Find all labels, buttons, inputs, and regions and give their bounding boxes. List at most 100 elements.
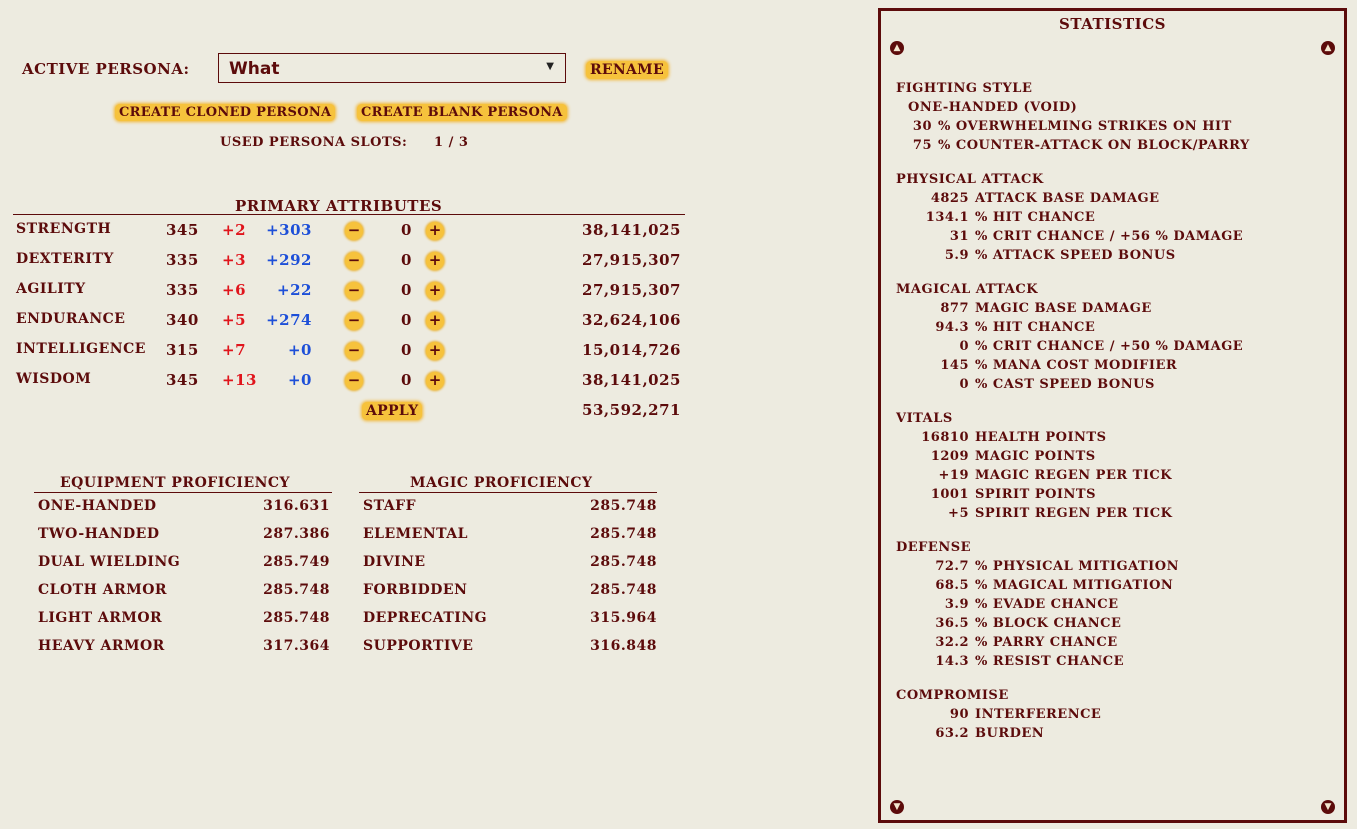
equipment-proficiency-divider [34, 492, 332, 493]
statistics-line-value: 145 [940, 358, 969, 373]
magic-proficiency-row: Elemental 285.748 [363, 526, 661, 554]
statistics-section-title: Fighting Style [896, 81, 1033, 96]
attribute-bonus-value: +2 [222, 221, 247, 239]
attribute-bonus-value: +6 [222, 281, 247, 299]
statistics-line: 0 % crit chance / +50 % damage [896, 339, 1243, 354]
apply-button[interactable]: Apply [362, 402, 423, 420]
statistics-line-value: 90 [949, 707, 969, 723]
persona-slots-value: 1 / 3 [434, 135, 469, 150]
attribute-allocated-points: 0 [401, 281, 412, 299]
statistics-title: Statistics [1059, 15, 1166, 33]
attribute-base-value: 335 [166, 281, 199, 299]
statistics-panel[interactable]: Statistics ▲ ▲ ▼ ▼ Fighting Style One-han… [878, 8, 1347, 823]
attribute-equipment-value: +0 [287, 371, 312, 389]
proficiency-value: 285.749 [263, 554, 330, 570]
statistics-line: 30 % Overwhelming Strikes on hit [896, 119, 1232, 134]
decrease-attribute-button[interactable]: − [345, 282, 363, 300]
statistics-line-value: 3.9 [944, 597, 969, 613]
statistics-line-value: 30 [912, 118, 932, 134]
statistics-line: 14.3 % resist chance [896, 654, 1124, 669]
proficiency-value: 316.848 [590, 638, 657, 654]
magic-proficiency-row: Forbidden 285.748 [363, 582, 661, 610]
attribute-bonus-value: +13 [222, 371, 257, 389]
increase-attribute-button[interactable]: + [426, 372, 444, 390]
scroll-down-icon[interactable]: ▼ [1321, 800, 1335, 814]
statistics-line-text: burden [975, 726, 1045, 742]
statistics-line: +19 magic regen per tick [896, 468, 1172, 483]
equipment-proficiency-row: Dual wielding 285.749 [38, 554, 334, 582]
scroll-down-icon[interactable]: ▼ [890, 800, 904, 814]
statistics-line-value: 1001 [930, 487, 969, 502]
decrease-attribute-button[interactable]: − [345, 342, 363, 360]
statistics-line-value: 31 [949, 229, 969, 244]
statistics-line-value: +5 [948, 505, 969, 521]
proficiency-name: Heavy armor [38, 638, 165, 654]
statistics-line-text: % cast speed bonus [975, 376, 1155, 392]
statistics-line-text: % physical mitigation [975, 559, 1179, 575]
statistics-line-text: % evade chance [975, 597, 1119, 613]
proficiency-value: 285.748 [263, 610, 330, 626]
statistics-line-value: 877 [940, 301, 969, 317]
proficiency-value: 285.748 [590, 582, 657, 598]
rename-button[interactable]: Rename [586, 61, 668, 79]
statistics-line: 3.9 % evade chance [896, 597, 1119, 612]
attribute-allocated-points: 0 [401, 311, 412, 329]
attribute-base-value: 345 [166, 221, 199, 239]
increase-attribute-button[interactable]: + [426, 222, 444, 240]
proficiency-name: Dual wielding [38, 554, 181, 570]
statistics-line-text: % block chance [975, 616, 1122, 631]
statistics-line: 63.2 burden [896, 726, 1044, 741]
statistics-line-text: % hit chance [975, 320, 1096, 336]
statistics-line-value: 4825 [930, 191, 969, 207]
attribute-equipment-value: +292 [266, 251, 312, 269]
proficiency-name: Light armor [38, 610, 163, 626]
statistics-line-value: 72.7 [935, 559, 969, 575]
statistics-line-value: 36.5 [935, 616, 969, 631]
statistics-line-value: 0 [959, 339, 969, 355]
decrease-attribute-button[interactable]: − [345, 372, 363, 390]
increase-attribute-button[interactable]: + [426, 252, 444, 270]
statistics-line: 1001 spirit points [896, 487, 1096, 502]
statistics-line-text: % Overwhelming Strikes on hit [938, 118, 1232, 134]
persona-dropdown[interactable]: What ▼ [218, 53, 566, 83]
dropdown-arrow-icon: ▼ [546, 61, 554, 72]
equipment-proficiency-row: Cloth armor 285.748 [38, 582, 334, 610]
increase-attribute-button[interactable]: + [426, 282, 444, 300]
proficiency-name: Two-handed [38, 526, 160, 542]
scroll-up-icon[interactable]: ▲ [890, 41, 904, 55]
statistics-line: 36.5 % block chance [896, 616, 1121, 631]
attribute-name: Agility [16, 281, 86, 297]
statistics-line: 75 % Counter-Attack on block/parry [896, 138, 1250, 153]
increase-attribute-button[interactable]: + [426, 312, 444, 330]
create-cloned-persona-button[interactable]: Create Cloned Persona [115, 104, 336, 121]
statistics-line-value: 63.2 [935, 726, 969, 742]
proficiency-value: 285.748 [590, 554, 657, 570]
statistics-line-value: 75 [912, 137, 932, 153]
statistics-line: 72.7 % physical mitigation [896, 559, 1179, 574]
attribute-name: Strength [16, 221, 112, 237]
attribute-base-value: 335 [166, 251, 199, 269]
statistics-section-title: Defense [896, 540, 971, 556]
statistics-line-text: One-handed (Void) [908, 100, 1078, 115]
scroll-up-icon[interactable]: ▲ [1321, 41, 1335, 55]
decrease-attribute-button[interactable]: − [345, 312, 363, 330]
increase-attribute-button[interactable]: + [426, 342, 444, 360]
decrease-attribute-button[interactable]: − [345, 252, 363, 270]
attribute-equipment-value: +303 [266, 221, 312, 239]
statistics-line-value: 16810 [921, 430, 969, 446]
create-blank-persona-button[interactable]: Create Blank Persona [357, 104, 567, 121]
attribute-allocated-points: 0 [401, 251, 412, 269]
statistics-line: 90 interference [896, 707, 1101, 722]
attribute-bonus-value: +3 [222, 251, 247, 269]
statistics-line: 68.5 % magical mitigation [896, 578, 1173, 593]
statistics-line-text: magic base damage [975, 301, 1152, 317]
statistics-line-value: 32.2 [935, 634, 969, 650]
statistics-line-text: spirit regen per tick [975, 505, 1173, 521]
attribute-experience-cost: 32,624,106 [582, 311, 681, 329]
decrease-attribute-button[interactable]: − [345, 222, 363, 240]
statistics-line: 5.9 % attack speed bonus [896, 248, 1176, 263]
attribute-name: Wisdom [16, 371, 92, 387]
attribute-base-value: 345 [166, 371, 199, 389]
persona-selected-value: What [229, 59, 280, 79]
statistics-line-value: 68.5 [935, 578, 969, 594]
